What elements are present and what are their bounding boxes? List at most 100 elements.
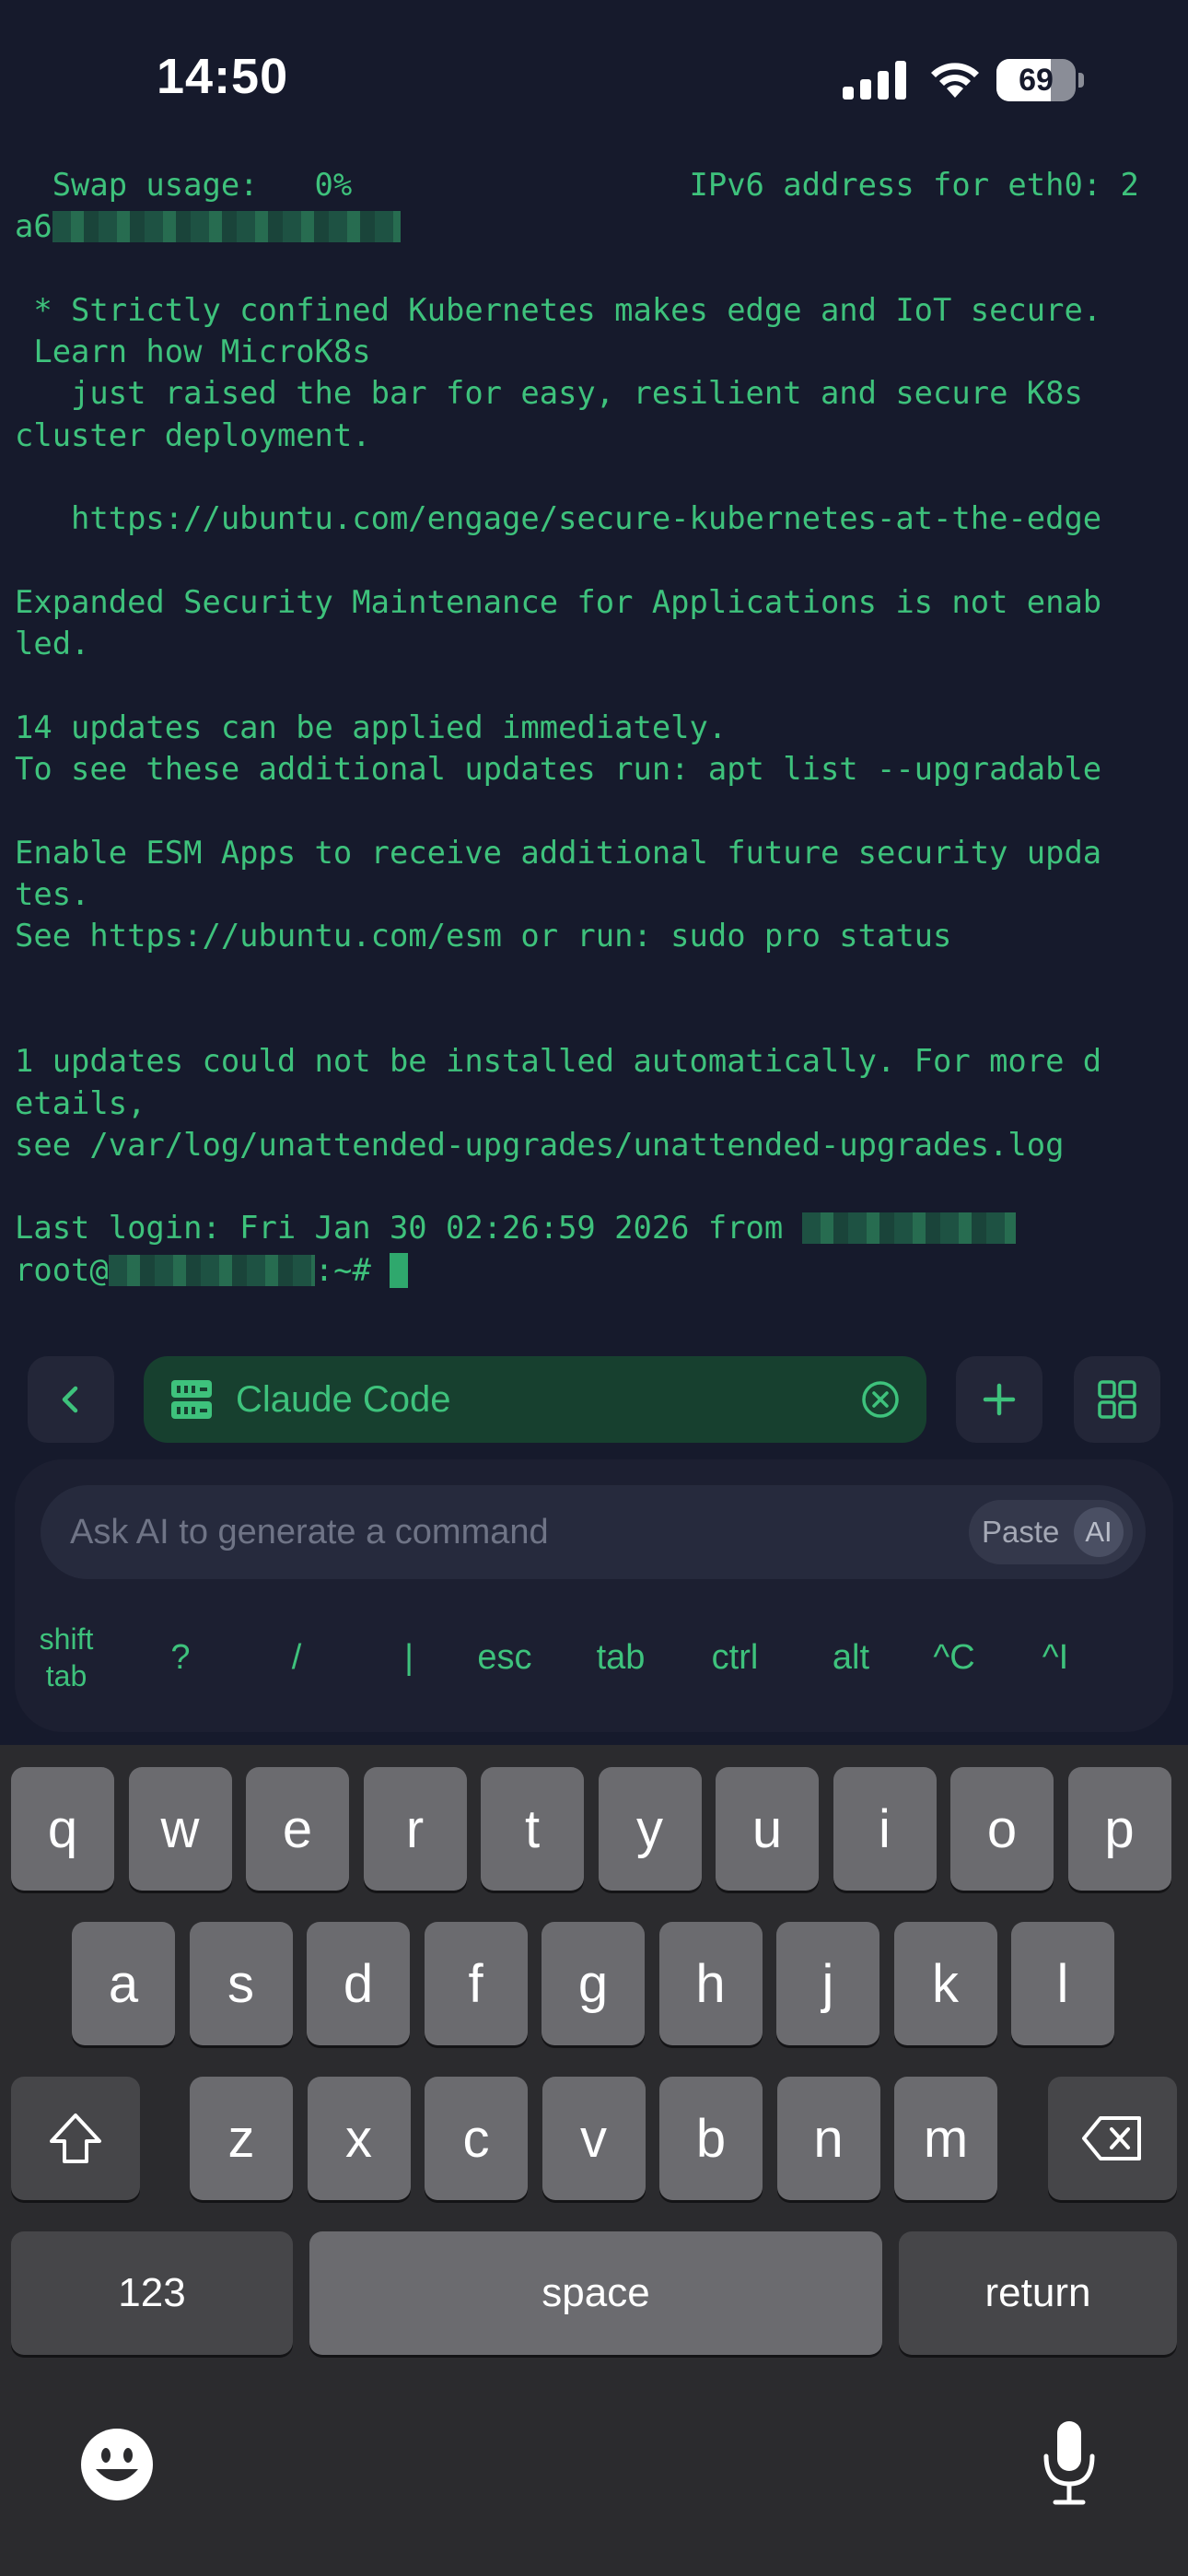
key-s[interactable]: s [189,1922,293,2045]
plus-icon [983,1383,1016,1416]
paste-label: Paste [982,1515,1060,1549]
shortcut-key[interactable]: ^C [899,1607,1009,1708]
key-g[interactable]: g [542,1922,645,2045]
back-button[interactable] [28,1356,114,1443]
shortcut-key-label: shift [39,1622,94,1656]
terminal-line: To see these additional updates run: apt… [15,751,1102,788]
terminal-line: cluster deployment. [15,416,371,453]
terminal-line: just raised the bar for easy, resilient … [15,375,1083,412]
key-q[interactable]: q [11,1767,114,1891]
key-c[interactable]: c [425,2077,528,2200]
terminal-cursor [390,1252,409,1288]
shortcut-key[interactable]: tab [565,1607,676,1708]
key-y[interactable]: y [598,1767,702,1891]
key-u[interactable]: u [716,1767,819,1891]
terminal-line: Expanded Security Maintenance for Applic… [15,583,1102,620]
terminal-line: Learn how MicroK8s [15,334,371,370]
close-circle-icon[interactable] [860,1379,901,1420]
return-key[interactable]: return [899,2231,1177,2355]
key-f[interactable]: f [424,1922,528,2045]
redacted-text [52,211,401,243]
shortcut-key[interactable]: ctrl [680,1607,790,1708]
key-p[interactable]: p [1067,1767,1171,1891]
key-h[interactable]: h [658,1922,763,2045]
redacted-text [801,1212,1016,1245]
terminal-line: Swap usage: 0% IPv6 address for eth0: 2 [15,167,1139,203]
key-v[interactable]: v [542,2077,646,2200]
key-m[interactable]: m [894,2077,997,2200]
terminal-line: led. [15,626,90,662]
key-w[interactable]: w [128,1767,232,1891]
key-b[interactable]: b [659,2077,763,2200]
shortcut-key-label: tab [45,1659,87,1692]
shortcut-key[interactable]: shift tab [11,1607,122,1708]
shortcut-key[interactable]: ? [125,1607,236,1708]
shortcut-key[interactable]: esc [449,1607,560,1708]
terminal-line: a6 [15,205,1177,247]
on-screen-keyboard: q w e r t y u i o p a s d f g h j k l z x c v b n m 123 space return [0,1745,1188,2576]
shift-key[interactable] [11,2077,140,2200]
session-tab-claude-code[interactable]: Claude Code [144,1356,926,1443]
ai-command-input[interactable]: Ask AI to generate a command Paste AI [41,1485,1146,1579]
key-l[interactable]: l [1011,1922,1114,2045]
terminal-line: etails, [15,1084,146,1121]
key-d[interactable]: d [307,1922,410,2045]
shortcut-key[interactable]: | [354,1607,464,1708]
shift-icon [50,2113,101,2163]
shortcut-keys-row: shift tab? / | esc tab ctrl alt ^C ^I [15,1607,1173,1708]
key-k[interactable]: k [893,1922,997,2045]
server-icon [171,1380,212,1419]
microphone-icon[interactable] [1037,2419,1101,2508]
key-t[interactable]: t [481,1767,584,1891]
wifi-icon [931,63,979,98]
key-r[interactable]: r [363,1767,467,1891]
terminal-line: 14 updates can be applied immediately. [15,708,728,745]
terminal-line: * Strictly confined Kubernetes makes edg… [15,291,1102,328]
terminal-prompt-line: root@ :~# [15,1249,1177,1291]
shortcut-key[interactable]: alt [796,1607,906,1708]
session-bar: Claude Code [0,1356,1188,1443]
shortcut-key[interactable]: ^I [1000,1607,1111,1708]
chevron-left-icon [62,1386,78,1413]
key-i[interactable]: i [833,1767,937,1891]
grid-view-button[interactable] [1074,1356,1160,1443]
ai-input-placeholder: Ask AI to generate a command [70,1513,549,1551]
cellular-signal-icon [843,59,909,100]
key-e[interactable]: e [246,1767,349,1891]
redacted-text [108,1254,315,1286]
key-n[interactable]: n [776,2077,880,2200]
battery-level: 69 [1019,63,1054,98]
key-x[interactable]: x [307,2077,411,2200]
paste-ai-button[interactable]: Paste AI [969,1500,1133,1564]
ai-command-panel: Ask AI to generate a command Paste AI sh… [15,1459,1173,1732]
key-a[interactable]: a [72,1922,175,2045]
key-j[interactable]: j [776,1922,879,2045]
prompt-suffix: :~# [314,1251,390,1288]
add-session-button[interactable] [956,1356,1042,1443]
grid-icon [1098,1380,1136,1419]
battery-icon: 69 [996,59,1085,101]
terminal-line: See https://ubuntu.com/esm or run: sudo … [15,918,952,954]
numbers-key[interactable]: 123 [11,2231,293,2355]
shortcut-key[interactable]: / [241,1607,352,1708]
prompt-user: root@ [15,1251,109,1288]
ai-badge: AI [1074,1507,1124,1557]
terminal-line: 1 updates could not be installed automat… [15,1043,1102,1080]
emoji-icon[interactable] [79,2427,155,2502]
status-bar: 14:50 69 [0,0,1188,157]
backspace-key[interactable] [1048,2077,1177,2200]
space-key[interactable]: space [309,2231,882,2355]
backspace-icon [1082,2116,1141,2160]
status-time: 14:50 [157,49,289,104]
terminal-output[interactable]: Swap usage: 0% IPv6 address for eth0: 2a… [15,164,1177,1291]
key-z[interactable]: z [190,2077,293,2200]
terminal-line: Enable ESM Apps to receive additional fu… [15,834,1102,871]
key-o[interactable]: o [950,1767,1054,1891]
